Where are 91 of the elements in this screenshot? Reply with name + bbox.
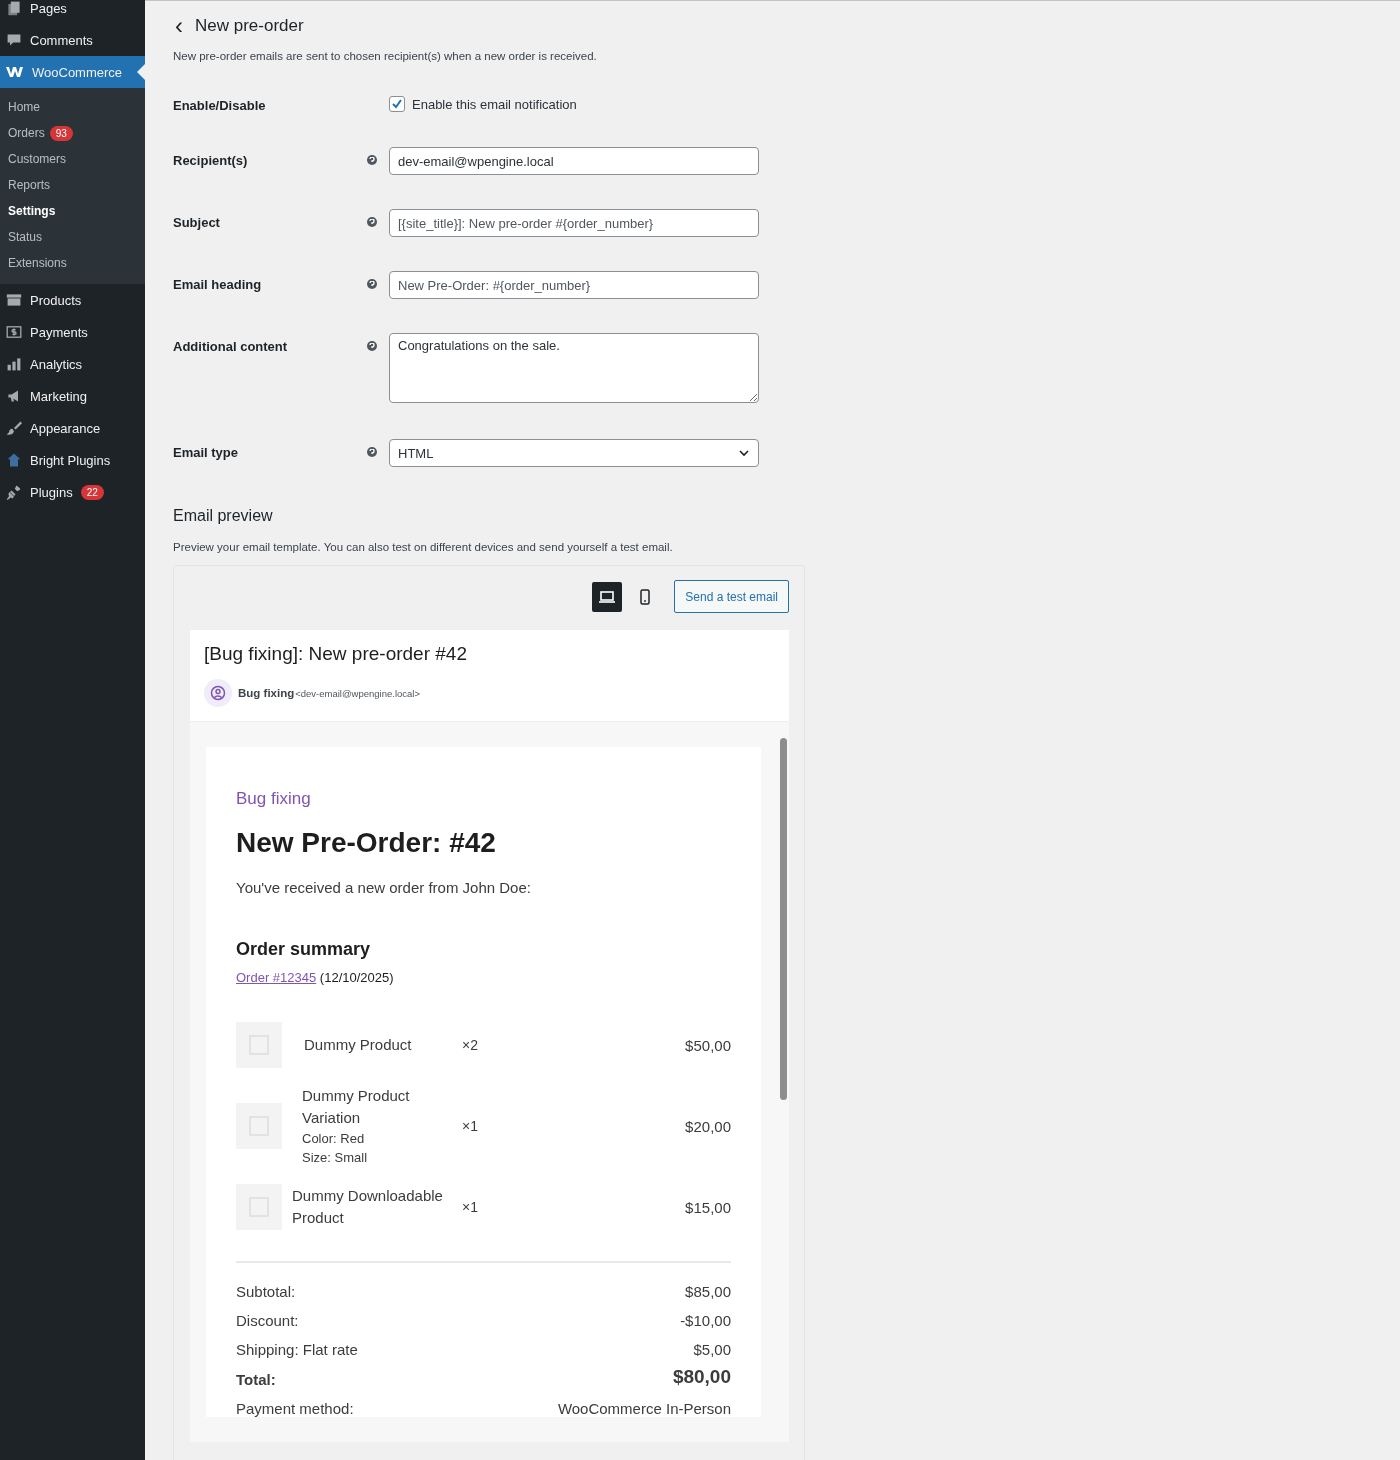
text-field[interactable]: dev-email@wpengine.local [389, 147, 759, 175]
archive-icon [6, 292, 22, 308]
pages-icon [6, 0, 22, 16]
total-label: Shipping: Flat rate [236, 1341, 358, 1358]
avatar-icon [204, 679, 232, 707]
text-area[interactable]: Congratulations on the sale. [389, 333, 759, 403]
field-label: Email heading [173, 276, 263, 292]
order-link[interactable]: Order #12345 [236, 970, 317, 985]
total-value: -$10,00 [680, 1312, 731, 1329]
price: $15,00 [685, 1198, 731, 1216]
count-badge: 22 [80, 484, 104, 500]
submenu-item[interactable]: Orders 93 [0, 120, 145, 146]
field-label: Subject [173, 214, 221, 230]
site-name: Bug fixing [236, 789, 312, 809]
field-label: Recipient(s) [173, 152, 249, 168]
device-toggle-button[interactable] [592, 581, 623, 612]
help-icon[interactable] [367, 279, 377, 289]
total-value: $85,00 [685, 1283, 731, 1300]
field-label: Additional content [173, 338, 289, 354]
submenu-item[interactable]: Reports [0, 172, 145, 198]
field-label: Enable/Disable [173, 97, 267, 113]
woo-logo-icon [6, 66, 24, 78]
checkbox-label: Enable this email notification [412, 96, 577, 112]
quantity: ×1 [462, 1118, 479, 1134]
sidebar-item[interactable]: Comments [0, 24, 145, 56]
help-icon[interactable] [367, 155, 377, 165]
price: $50,00 [685, 1036, 731, 1054]
dollar-card-icon [6, 324, 22, 340]
chevron-down-icon [738, 447, 750, 459]
checkbox[interactable] [389, 96, 405, 112]
email-heading: New Pre-Order: #42 [236, 827, 497, 859]
sidebar-item[interactable]: WooCommerce [0, 56, 145, 88]
sidebar-item[interactable]: Products [0, 284, 145, 316]
total-label: Total: [236, 1371, 276, 1388]
email-notification-checkbox[interactable]: Enable this email notification [389, 92, 577, 112]
price: $20,00 [685, 1117, 731, 1135]
sidebar-item[interactable]: Plugins 22 [0, 476, 145, 508]
sidebar-item[interactable]: Analytics [0, 348, 145, 380]
email-subject: [Bug fixing]: New pre-order #42 [204, 643, 468, 665]
total-label: Discount: [236, 1312, 299, 1329]
total-value: WooCommerce In-Person [557, 1400, 731, 1417]
help-icon[interactable] [367, 447, 377, 457]
sidebar-item[interactable]: Appearance [0, 412, 145, 444]
submenu-item[interactable]: Settings [0, 198, 145, 224]
email-intro: You've received a new order from John Doe: [236, 879, 532, 896]
total-label: Payment method: [236, 1400, 354, 1417]
laptop-icon [598, 589, 617, 604]
quantity: ×1 [462, 1199, 479, 1215]
submenu-item[interactable]: Status [0, 224, 145, 250]
section-description: Preview your email template. You can also test on different devices and send yourself a test email. [173, 541, 674, 553]
speech-bubble-icon [6, 32, 22, 48]
product-name: Dummy Product [303, 1035, 413, 1055]
page-description: New pre-order emails are sent to chosen recipient(s) when a new order is received. [173, 50, 598, 62]
quantity: ×2 [462, 1037, 479, 1053]
product-name: Dummy Product Variation [301, 1086, 411, 1128]
product-attribute: Size: Small [301, 1149, 369, 1167]
sidebar-item[interactable]: Pages [0, 0, 145, 24]
sidebar-item[interactable]: Marketing [0, 380, 145, 412]
help-icon[interactable] [367, 341, 377, 351]
section-title: Email preview [173, 507, 274, 525]
text-field[interactable]: [{site_title}]: New pre-order #{order_number} [389, 209, 759, 237]
text-field[interactable]: New Pre-Order: #{order_number} [389, 271, 759, 299]
send-test-email-button[interactable]: Send a test email [674, 580, 789, 613]
product-image-placeholder [236, 1103, 282, 1149]
email-type-select[interactable]: HTML [389, 439, 759, 467]
total-value: $5,00 [693, 1341, 731, 1358]
submenu-item[interactable]: Customers [0, 146, 145, 172]
sidebar-item[interactable]: Payments [0, 316, 145, 348]
help-icon[interactable] [367, 217, 377, 227]
order-summary-title: Order summary [236, 939, 372, 960]
field-label: Email type [173, 444, 240, 460]
sender-name: Bug fixing [238, 687, 295, 699]
submenu-item[interactable]: Extensions [0, 250, 145, 276]
order-date: (12/10/2025) [319, 970, 394, 985]
submenu-item[interactable]: Home [0, 94, 145, 120]
paintbrush-icon [6, 420, 22, 436]
bar-chart-icon [6, 356, 22, 372]
page-title: New pre-order [195, 16, 304, 36]
check-icon [391, 98, 403, 110]
product-image-placeholder [236, 1184, 282, 1230]
phone-icon [640, 588, 651, 605]
product-attribute: Color: Red [301, 1130, 366, 1148]
sidebar-item[interactable]: Bright Plugins [0, 444, 145, 476]
back-button[interactable]: ‹ [173, 17, 183, 35]
sender-email: <dev-email@wpengine.local> [295, 687, 420, 699]
total-label: Subtotal: [236, 1283, 296, 1300]
total-value: $80,00 [672, 1366, 731, 1388]
plug-icon [6, 484, 22, 500]
count-badge: 93 [49, 125, 73, 141]
product-image-placeholder [236, 1022, 282, 1068]
product-name: Dummy Downloadable Product [292, 1186, 444, 1228]
